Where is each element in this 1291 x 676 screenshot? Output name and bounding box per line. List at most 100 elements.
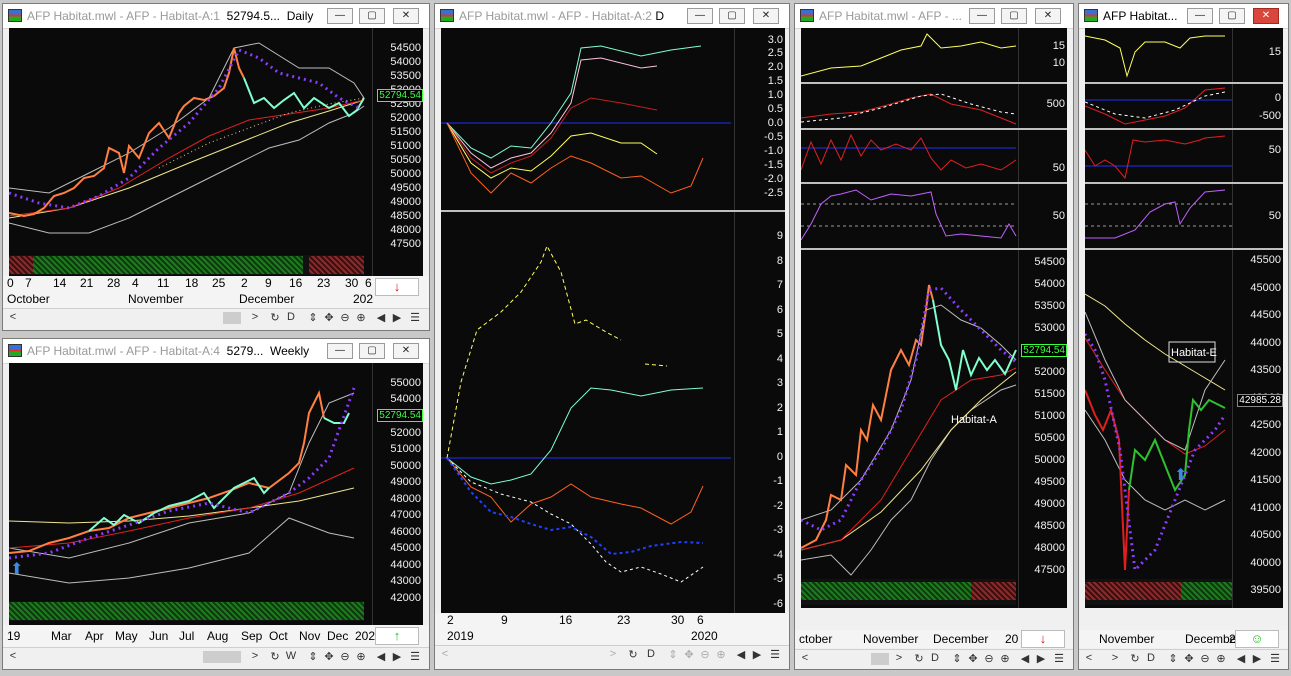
date-axis[interactable]: ctober November December 20 ↓ <box>795 630 1073 648</box>
scroll-right-icon[interactable]: > <box>1109 652 1121 664</box>
price-axis[interactable]: 45500 45000 44500 44000 43500 43000 4250… <box>1232 250 1283 608</box>
zoom-out-icon[interactable]: ⊖ <box>339 650 351 663</box>
scroll-right-icon[interactable]: > <box>893 652 905 664</box>
value-axis[interactable]: 50 <box>1232 184 1283 248</box>
period-daily-button[interactable]: D <box>645 648 657 660</box>
chart-toolbar[interactable]: < > ↻ W ⇕ ✥ ⊖ ⊕ ◀ ▶ ☰ <box>3 647 429 666</box>
next-icon[interactable]: ▶ <box>1251 652 1263 665</box>
prev-icon[interactable]: ◀ <box>375 311 387 324</box>
value-axis[interactable]: 50 <box>1232 130 1283 182</box>
chart-toolbar[interactable]: < > ↻ D ⇕ ✥ ⊖ ⊕ ◀ ▶ ☰ <box>1079 649 1288 668</box>
indicator-pane-2[interactable]: 0 -500 <box>1085 84 1283 130</box>
chart-window-daily[interactable]: AFP Habitat.mwl - AFP - Habitat-A:1 5279… <box>2 3 430 331</box>
chart-window-habitat-e[interactable]: AFP Habitat... — ▢ ✕ 15 0 -500 50 50 Hab… <box>1078 3 1289 670</box>
title-bar[interactable]: AFP Habitat.mwl - AFP - ... — ▢ ✕ <box>795 4 1073 29</box>
close-button[interactable]: ✕ <box>1035 8 1061 24</box>
sync-icon[interactable]: ↻ <box>269 311 281 324</box>
prev-icon[interactable]: ◀ <box>735 648 747 661</box>
close-button[interactable]: ✕ <box>1253 8 1279 24</box>
scrollbar-thumb[interactable] <box>871 653 889 665</box>
sync-icon[interactable]: ↻ <box>1129 652 1141 665</box>
sync-icon[interactable]: ↻ <box>269 650 281 663</box>
minimize-button[interactable]: — <box>327 343 353 359</box>
period-weekly-button[interactable]: W <box>285 650 297 662</box>
value-axis[interactable]: 15 <box>1232 28 1283 82</box>
prev-icon[interactable]: ◀ <box>1019 652 1031 665</box>
indicator-pane-2[interactable]: 500 <box>801 84 1067 130</box>
value-axis[interactable]: 500 <box>1018 84 1067 128</box>
zoom-in-icon[interactable]: ⊕ <box>355 650 367 663</box>
period-daily-button[interactable]: D <box>285 311 297 323</box>
value-axis[interactable]: 15 10 <box>1018 28 1067 82</box>
zoom-out-icon[interactable]: ⊖ <box>983 652 995 665</box>
price-chart[interactable]: ⬆ 55000 54000 53000 52000 51000 50000 49… <box>9 363 423 625</box>
value-axis[interactable]: 9 8 7 6 5 4 3 2 1 0 -1 -2 -3 -4 -5 -6 <box>734 212 785 613</box>
resize-vertical-icon[interactable]: ⇕ <box>667 648 679 661</box>
indicator-pane-1[interactable]: 15 <box>1085 28 1283 84</box>
title-bar[interactable]: AFP Habitat... — ▢ ✕ <box>1079 4 1288 29</box>
zoom-out-icon[interactable]: ⊖ <box>1199 652 1211 665</box>
zoom-out-icon[interactable]: ⊖ <box>339 311 351 324</box>
price-chart[interactable]: 54500 54000 53500 53000 52500 52000 5150… <box>9 28 423 280</box>
zoom-in-icon[interactable]: ⊕ <box>355 311 367 324</box>
title-bar[interactable]: AFP Habitat.mwl - AFP - Habitat-A:2 D — … <box>435 4 789 29</box>
crosshair-icon[interactable]: ✥ <box>323 311 335 324</box>
crosshair-icon[interactable]: ✥ <box>323 650 335 663</box>
menu-icon[interactable]: ☰ <box>409 650 421 663</box>
value-axis[interactable]: 3.0 2.5 2.0 1.5 1.0 0.5 0.0 -0.5 -1.0 -1… <box>734 28 785 210</box>
chart-annotation-label[interactable]: Habitat-E <box>1171 347 1217 359</box>
indicator-pane-3[interactable]: 50 <box>801 130 1067 184</box>
minimize-button[interactable]: — <box>1187 8 1213 24</box>
chart-window-weekly[interactable]: AFP Habitat.mwl - AFP - Habitat-A:4 5279… <box>2 338 430 670</box>
resize-vertical-icon[interactable]: ⇕ <box>1167 652 1179 665</box>
indicator-pane-4[interactable]: 50 <box>1085 184 1283 250</box>
maximize-button[interactable]: ▢ <box>1219 8 1245 24</box>
date-axis[interactable]: 19 Mar Apr May Jun Jul Aug Sep Oct Nov D… <box>3 625 429 647</box>
value-axis[interactable]: 50 <box>1018 184 1067 248</box>
price-pane[interactable]: Habitat-E ⬆ 45500 45000 44500 44000 4350… <box>1085 250 1283 608</box>
title-bar[interactable]: AFP Habitat.mwl - AFP - Habitat-A:4 5279… <box>3 339 429 364</box>
scrollbar-thumb[interactable] <box>203 651 241 663</box>
crosshair-icon[interactable]: ✥ <box>967 652 979 665</box>
maximize-button[interactable]: ▢ <box>1001 8 1027 24</box>
resize-vertical-icon[interactable]: ⇕ <box>951 652 963 665</box>
maximize-button[interactable]: ▢ <box>359 8 385 24</box>
value-axis[interactable]: 50 <box>1018 130 1067 182</box>
date-axis[interactable]: 0 7 14 21 28 4 11 18 25 2 9 16 23 30 6 O… <box>3 276 429 310</box>
next-icon[interactable]: ▶ <box>751 648 763 661</box>
period-daily-button[interactable]: D <box>929 652 941 664</box>
minimize-button[interactable]: — <box>327 8 353 24</box>
price-pane[interactable]: Habitat-A 54500 54000 53500 53000 52500 … <box>801 250 1067 608</box>
chart-toolbar[interactable]: < > ↻ D ⇕ ✥ ⊖ ⊕ ◀ ▶ ☰ <box>435 645 789 664</box>
scrollbar-thumb[interactable] <box>223 312 241 324</box>
crosshair-icon[interactable]: ✥ <box>1183 652 1195 665</box>
minimize-button[interactable]: — <box>969 8 995 24</box>
close-button[interactable]: ✕ <box>393 8 419 24</box>
price-axis[interactable]: 55000 54000 53000 52000 51000 50000 4900… <box>372 363 423 625</box>
zoom-in-icon[interactable]: ⊕ <box>715 648 727 661</box>
scroll-left-icon[interactable]: < <box>7 311 19 323</box>
next-icon[interactable]: ▶ <box>391 650 403 663</box>
maximize-button[interactable]: ▢ <box>719 8 745 24</box>
close-button[interactable]: ✕ <box>393 343 419 359</box>
close-button[interactable]: ✕ <box>753 8 779 24</box>
chart-toolbar[interactable]: < > ↻ D ⇕ ✥ ⊖ ⊕ ◀ ▶ ☰ <box>3 308 429 327</box>
resize-vertical-icon[interactable]: ⇕ <box>307 650 319 663</box>
period-daily-button[interactable]: D <box>1145 652 1157 664</box>
chart-toolbar[interactable]: < > ↻ D ⇕ ✥ ⊖ ⊕ ◀ ▶ ☰ <box>795 649 1073 668</box>
menu-icon[interactable]: ☰ <box>769 648 781 661</box>
minimize-button[interactable]: — <box>687 8 713 24</box>
indicator-pane-3[interactable]: 50 <box>1085 130 1283 184</box>
menu-icon[interactable]: ☰ <box>409 311 421 324</box>
zoom-in-icon[interactable]: ⊕ <box>1215 652 1227 665</box>
value-axis[interactable]: 0 -500 <box>1232 84 1283 128</box>
chart-annotation-label[interactable]: Habitat-A <box>951 414 997 426</box>
scroll-right-icon[interactable]: > <box>607 648 619 660</box>
price-axis[interactable]: 54500 54000 53500 53000 52500 52000 5150… <box>1018 250 1067 608</box>
scroll-left-icon[interactable]: < <box>439 648 451 660</box>
scroll-left-icon[interactable]: < <box>1083 652 1095 664</box>
date-axis[interactable]: 2 9 16 23 30 6 2019 2020 <box>435 613 789 645</box>
zoom-out-icon[interactable]: ⊖ <box>699 648 711 661</box>
chart-window-multipane[interactable]: AFP Habitat.mwl - AFP - ... — ▢ ✕ 15 10 … <box>794 3 1074 670</box>
crosshair-icon[interactable]: ✥ <box>683 648 695 661</box>
